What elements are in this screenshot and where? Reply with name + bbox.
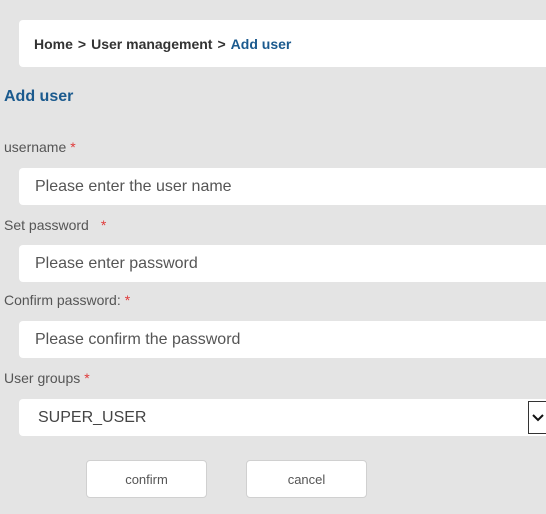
required-marker: * — [70, 139, 76, 155]
confirm-button[interactable]: confirm — [86, 460, 207, 498]
breadcrumb-user-management[interactable]: User management — [91, 36, 212, 52]
confirm-password-label-text: Confirm password: — [4, 292, 121, 308]
confirm-password-input[interactable] — [19, 321, 546, 358]
page-title: Add user — [4, 88, 74, 105]
confirm-password-label: Confirm password: * — [4, 292, 130, 308]
breadcrumb-separator: > — [77, 35, 87, 52]
password-input[interactable] — [19, 245, 546, 282]
user-groups-label-text: User groups — [4, 370, 81, 386]
username-label-text: username — [4, 139, 67, 155]
password-label: Set password * — [4, 217, 106, 233]
user-groups-select[interactable]: SUPER_USER — [19, 399, 546, 436]
password-label-text: Set password — [4, 217, 89, 233]
username-input[interactable] — [19, 168, 546, 205]
chevron-down-icon[interactable] — [528, 401, 546, 434]
breadcrumb-current: Add user — [230, 35, 292, 52]
breadcrumb: Home > User management > Add user — [19, 20, 546, 67]
breadcrumb-separator: > — [217, 35, 226, 52]
username-label: username * — [4, 139, 76, 155]
required-marker: * — [84, 370, 90, 386]
cancel-button[interactable]: cancel — [246, 460, 367, 498]
required-marker: * — [100, 217, 107, 233]
user-groups-label: User groups * — [4, 370, 90, 386]
required-marker: * — [124, 292, 131, 308]
user-groups-selected-value: SUPER_USER — [38, 408, 147, 426]
breadcrumb-home[interactable]: Home — [34, 36, 73, 52]
